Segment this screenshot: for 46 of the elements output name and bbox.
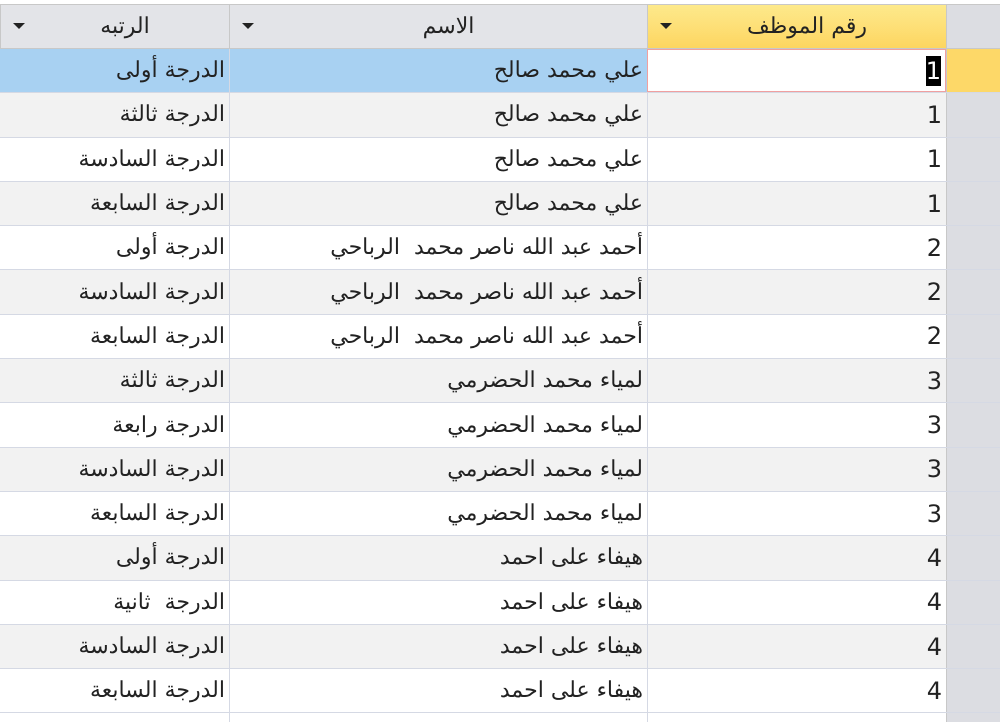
table-cell: علي محمد صالح <box>229 182 647 226</box>
row-selector[interactable] <box>946 669 1000 712</box>
table-cell: علي محمد صالح <box>229 49 647 92</box>
table-cell: الدرجة أولى <box>0 536 229 580</box>
table-cell: الدرجة السابعة <box>0 182 229 226</box>
table-cell: 1 <box>647 182 946 226</box>
row-selector[interactable] <box>946 49 1000 92</box>
row-selector[interactable] <box>946 182 1000 226</box>
table-cell: هيفاء على احمد <box>229 624 647 668</box>
row-selector[interactable] <box>946 536 1000 580</box>
table-cell: الدرجة السادسة <box>0 624 229 668</box>
table-cell: 1 <box>647 49 946 92</box>
table-cell: 3 <box>647 359 946 402</box>
table-cell: الدرجة أولى <box>0 49 229 92</box>
row-selector[interactable] <box>946 492 1000 536</box>
table-cell: لمياء محمد الحضرمي <box>229 448 647 491</box>
table-cell: 1 <box>647 93 946 137</box>
row-selector[interactable] <box>946 270 1000 314</box>
table-cell: 3 <box>647 448 946 491</box>
dropdown-arrow-icon[interactable] <box>660 23 672 30</box>
dropdown-arrow-icon[interactable] <box>242 23 254 30</box>
column-header[interactable]: الرتبه <box>0 5 229 48</box>
row-selector[interactable] <box>946 138 1000 181</box>
table-cell: أحمد عبد الله ناصر محمد الرباحي <box>229 270 647 314</box>
row-selector[interactable] <box>946 359 1000 402</box>
table-cell: الدرجة السادسة <box>0 448 229 491</box>
row-selector[interactable] <box>946 448 1000 491</box>
table-cell: 4 <box>647 536 946 580</box>
row-selector[interactable] <box>946 624 1000 668</box>
table-cell: الدرجة ثالثة <box>0 359 229 402</box>
table-cell: هيفاء على احمد <box>229 536 647 580</box>
table-cell: الدرجة السادسة <box>0 270 229 314</box>
row-selector[interactable] <box>946 226 1000 270</box>
table-cell: الدرجة ثالثة <box>0 93 229 137</box>
table-cell: علي محمد صالح <box>229 93 647 137</box>
table-cell: 2 <box>647 270 946 314</box>
select-all-corner[interactable] <box>946 5 1000 48</box>
column-header[interactable]: رقم الموظف <box>647 5 946 48</box>
column-header[interactable]: الاسم <box>229 5 647 48</box>
table-cell: لمياء محمد الحضرمي <box>229 359 647 402</box>
row-selector[interactable] <box>946 314 1000 358</box>
table-cell: 4 <box>647 624 946 668</box>
row-selector[interactable] <box>946 93 1000 137</box>
row-selector[interactable] <box>946 580 1000 624</box>
row-selector[interactable] <box>946 403 1000 447</box>
dropdown-arrow-icon[interactable] <box>13 23 25 30</box>
